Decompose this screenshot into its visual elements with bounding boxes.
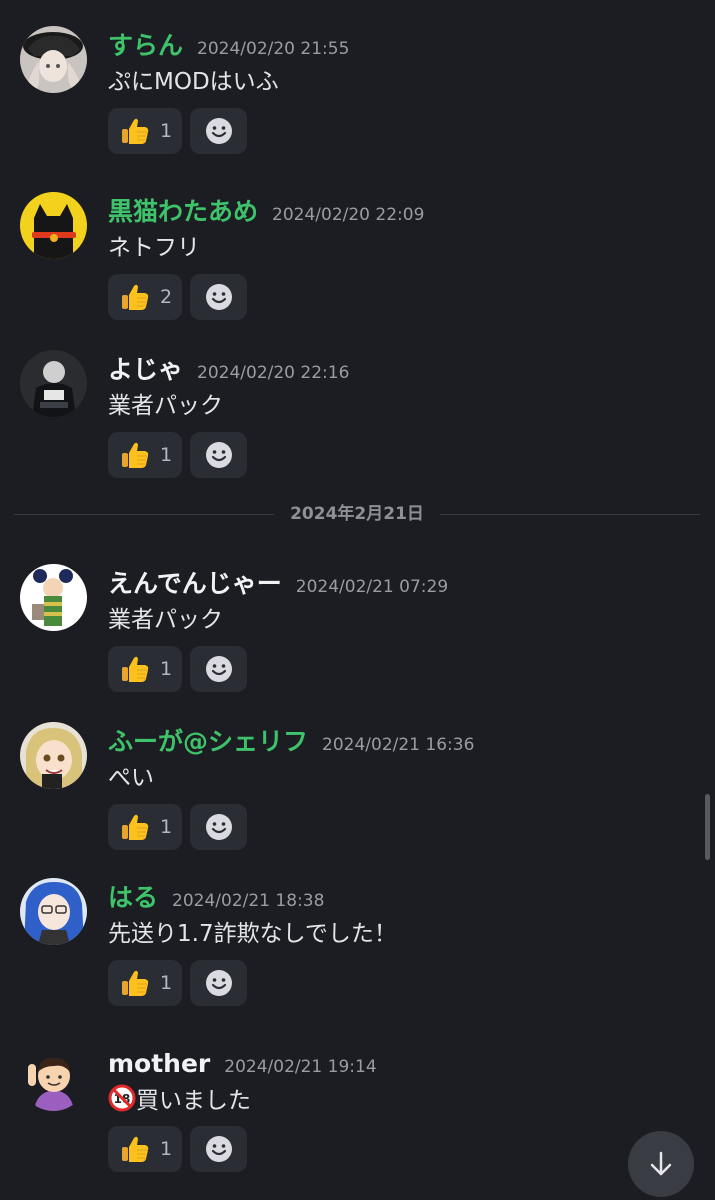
smiley-icon	[204, 654, 234, 684]
message-text: 業者パック	[108, 607, 223, 633]
thumbs-up-icon	[120, 968, 150, 998]
username[interactable]: よじゃ	[108, 350, 183, 390]
date-divider-label: 2024年2月21日	[290, 504, 424, 524]
add-reaction-button[interactable]	[190, 960, 248, 1006]
smiley-icon	[204, 968, 234, 998]
smiley-icon	[204, 1134, 234, 1164]
reaction-thumbs-up[interactable]: 1	[108, 108, 183, 154]
smiley-icon	[204, 812, 234, 842]
timestamp: 2024/02/21 18:38	[172, 891, 325, 911]
reaction-count: 1	[160, 1138, 173, 1160]
message-text: 先送り1.7詐欺なしでした！	[108, 921, 397, 947]
username[interactable]: ふーが@シェリフ	[108, 722, 308, 762]
add-reaction-button[interactable]	[190, 646, 248, 692]
reaction-thumbs-up[interactable]: 1	[108, 804, 183, 850]
reaction-count: 2	[160, 286, 173, 308]
reaction-count: 1	[160, 120, 173, 142]
username[interactable]: mother	[108, 1044, 210, 1084]
reaction-count: 1	[160, 816, 173, 838]
timestamp: 2024/02/20 22:09	[272, 205, 425, 225]
avatar[interactable]	[20, 564, 87, 631]
add-reaction-button[interactable]	[190, 1126, 248, 1172]
avatar[interactable]	[20, 192, 87, 259]
username[interactable]: すらん	[108, 26, 183, 66]
add-reaction-button[interactable]	[190, 432, 248, 478]
message-text: ぺい	[108, 765, 154, 791]
timestamp: 2024/02/21 07:29	[295, 577, 449, 597]
username[interactable]: はる	[108, 878, 158, 918]
timestamp: 2024/02/20 21:55	[197, 39, 350, 59]
add-reaction-button[interactable]	[190, 274, 248, 320]
message-text: 業者パック	[108, 393, 223, 419]
avatar[interactable]	[20, 878, 87, 945]
reaction-thumbs-up[interactable]: 1	[108, 1126, 183, 1172]
avatar[interactable]	[20, 350, 87, 417]
thumbs-up-icon	[120, 1134, 150, 1164]
timestamp: 2024/02/21 16:36	[322, 735, 475, 755]
arrow-down-icon	[650, 1151, 672, 1176]
reaction-count: 1	[160, 658, 173, 680]
jump-to-latest-button[interactable]	[628, 1131, 694, 1197]
thumbs-up-icon	[120, 116, 150, 146]
thumbs-up-icon	[120, 812, 150, 842]
timestamp: 2024/02/20 22:16	[197, 363, 350, 383]
scrollbar[interactable]	[705, 794, 710, 860]
reaction-thumbs-up[interactable]: 1	[108, 432, 183, 478]
thumbs-up-icon	[120, 654, 150, 684]
reaction-count: 1	[160, 972, 173, 994]
smiley-icon	[204, 116, 234, 146]
timestamp: 2024/02/21 19:14	[224, 1057, 377, 1077]
reaction-count: 1	[160, 444, 173, 466]
chat-view: すらん 2024/02/20 21:55 ぷにMODはいふ 1 黒猫わたあめ 2…	[0, 0, 715, 1200]
message-text: ネトフリ	[108, 235, 200, 261]
avatar[interactable]	[20, 722, 87, 789]
avatar[interactable]	[20, 1044, 87, 1111]
reaction-thumbs-up[interactable]: 2	[108, 274, 183, 320]
message-text: ぷにMODはいふ	[108, 69, 279, 95]
add-reaction-button[interactable]	[190, 804, 248, 850]
avatar[interactable]	[20, 26, 87, 93]
username[interactable]: えんでんじゃー	[108, 564, 282, 604]
username[interactable]: 黒猫わたあめ	[108, 192, 258, 232]
thumbs-up-icon	[120, 282, 150, 312]
thumbs-up-icon	[120, 440, 150, 470]
smiley-icon	[204, 282, 234, 312]
message-text: 18 買いました	[108, 1084, 251, 1117]
date-divider: 2024年2月21日	[14, 501, 700, 527]
no-under-18-icon: 18	[108, 1084, 136, 1112]
message-text-body: 買いました	[136, 1088, 251, 1114]
add-reaction-button[interactable]	[190, 108, 248, 154]
reaction-thumbs-up[interactable]: 1	[108, 960, 183, 1006]
smiley-icon	[204, 440, 234, 470]
reaction-thumbs-up[interactable]: 1	[108, 646, 183, 692]
